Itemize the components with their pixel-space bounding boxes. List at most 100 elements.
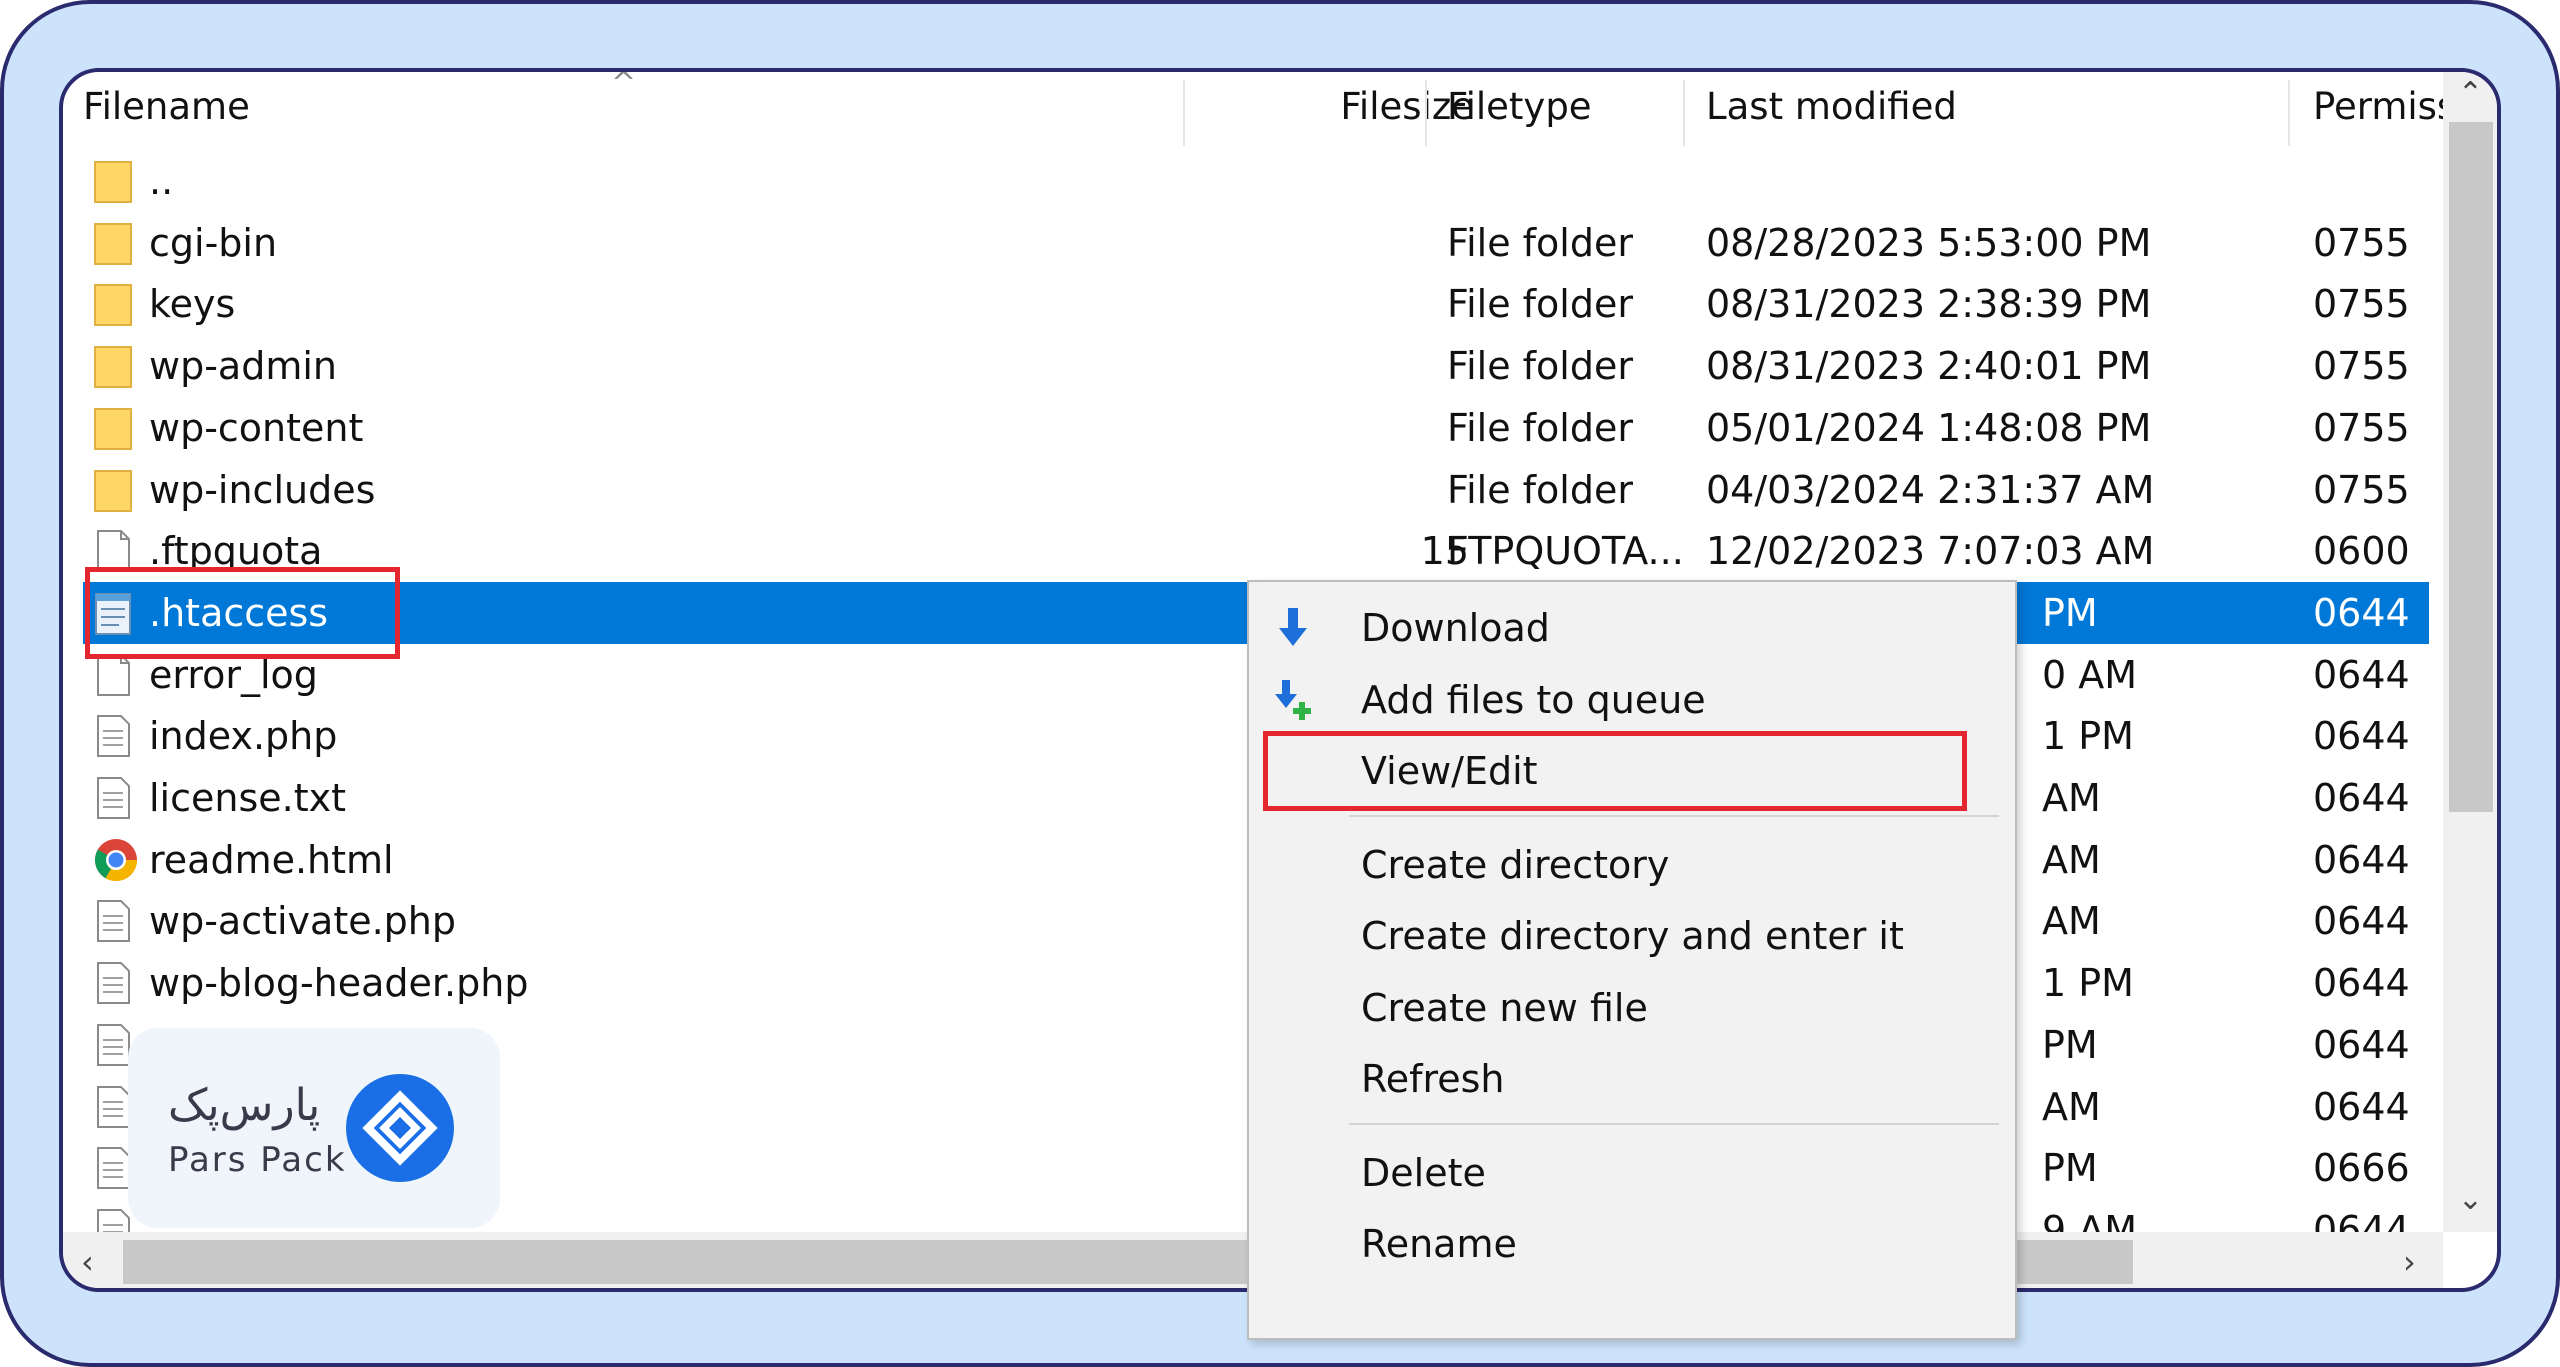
text-file-icon <box>93 1022 133 1068</box>
menu-item-create-new-file[interactable]: Create new file <box>1249 972 2015 1044</box>
folder-icon <box>93 343 133 389</box>
filename-cell: wp-admin <box>149 344 337 389</box>
parspack-logo: پارس‌پک Pars Pack <box>128 1028 500 1228</box>
table-row[interactable]: .. <box>83 150 2429 212</box>
filetype-cell: File folder <box>1447 282 1633 327</box>
permissions-cell: 0666 <box>2313 1146 2410 1191</box>
scroll-left-icon[interactable]: ‹ <box>81 1232 94 1288</box>
filesize-cell <box>1183 273 1469 335</box>
table-row[interactable]: wp-content File folder 05/01/2024 1:48:08 … <box>83 397 2429 459</box>
vertical-scrollbar[interactable]: ⌃ ⌄ <box>2443 72 2497 1232</box>
filesize-cell <box>1183 397 1469 459</box>
last-modified-cell: 08/31/2023 2:40:01 PM <box>1706 344 2152 389</box>
menu-item-create-directory[interactable]: Create directory <box>1249 829 2015 901</box>
permissions-cell: 0755 <box>2313 467 2410 512</box>
column-filesize[interactable]: Filesize <box>1188 72 1474 142</box>
scroll-down-icon[interactable]: ⌄ <box>2443 1182 2497 1217</box>
column-filename[interactable]: Filename <box>83 72 743 142</box>
filetype-cell: File folder <box>1447 220 1633 265</box>
logo-persian-text: پارس‌پک <box>168 1080 321 1131</box>
filesize-cell <box>1183 459 1469 521</box>
column-permissions[interactable]: Permiss <box>2313 72 2443 142</box>
menu-separator <box>1349 1122 1999 1125</box>
column-divider[interactable] <box>2288 80 2290 146</box>
logo-latin-text: Pars Pack <box>168 1140 347 1180</box>
text-file-icon <box>93 775 133 821</box>
table-row[interactable]: .ftpquota 15 FTPQUOTA... 12/02/2023 7:07:03… <box>83 520 2429 582</box>
folder-icon <box>93 405 133 451</box>
filename-cell: cgi-bin <box>149 220 278 265</box>
last-modified-cell: 04/03/2024 2:31:37 AM <box>1706 467 2155 512</box>
menu-item-add-files-to-queue[interactable]: Add files to queue <box>1249 664 2015 736</box>
permissions-cell: 0644 <box>2313 776 2410 820</box>
menu-item-delete[interactable]: Delete <box>1249 1137 2015 1209</box>
last-modified-cell: 08/31/2023 2:38:39 PM <box>1706 282 2152 327</box>
permissions-cell: 0644 <box>2313 1084 2410 1129</box>
permissions-cell: 0644 <box>2313 961 2410 1006</box>
filetype-cell: File folder <box>1447 467 1633 512</box>
column-divider[interactable] <box>1183 80 1185 146</box>
table-row[interactable]: keys File folder 08/31/2023 2:38:39 PM 0755 <box>83 273 2429 335</box>
menu-item-label: Create new file <box>1361 985 1648 1030</box>
menu-item-download[interactable]: Download <box>1249 592 2015 664</box>
menu-item-rename[interactable]: Rename <box>1249 1208 2015 1280</box>
menu-separator <box>1349 814 1999 817</box>
logo-mark-icon <box>346 1074 454 1182</box>
filename-cell: wp-activate.php <box>149 899 457 944</box>
last-modified-cell <box>1706 150 2266 212</box>
text-file-icon <box>93 1084 133 1130</box>
filename-cell: readme.html <box>149 837 394 882</box>
menu-item-refresh[interactable]: Refresh <box>1249 1043 2015 1115</box>
permissions-cell: 0644 <box>2313 714 2410 759</box>
menu-item-create-directory-and-enter-it[interactable]: Create directory and enter it <box>1249 900 2015 972</box>
permissions-cell: 0755 <box>2313 220 2410 265</box>
filename-cell: wp-includes <box>149 467 376 512</box>
folder-icon <box>93 281 133 327</box>
table-row[interactable]: cgi-bin File folder 08/28/2023 5:53:00 PM 0… <box>83 212 2429 274</box>
column-divider[interactable] <box>1425 80 1427 146</box>
column-header: Filename ^ Filesize Filetype Last modifi… <box>63 72 2443 146</box>
download-arrow-icon <box>1271 606 1315 650</box>
filesize-cell <box>1183 150 1469 212</box>
filetype-cell: FTPQUOTA... <box>1447 529 1684 574</box>
sort-indicator-icon: ^ <box>611 68 637 101</box>
last-modified-cell: 05/01/2024 1:48:08 PM <box>1706 405 2152 450</box>
scroll-up-icon[interactable]: ⌃ <box>2443 76 2497 111</box>
last-modified-cell: 12/02/2023 7:07:03 AM <box>1706 529 2155 574</box>
table-row[interactable]: wp-admin File folder 08/31/2023 2:40:01 PM… <box>83 335 2429 397</box>
column-last-modified[interactable]: Last modified <box>1706 72 2336 142</box>
permissions-cell: 0755 <box>2313 344 2410 389</box>
permissions-cell: 0644 <box>2313 837 2410 882</box>
folder-icon <box>93 158 133 204</box>
filename-cell: wp-content <box>149 405 364 450</box>
column-divider[interactable] <box>1683 80 1685 146</box>
permissions-cell: 0755 <box>2313 282 2410 327</box>
filesize-cell <box>1183 335 1469 397</box>
folder-icon <box>93 220 133 266</box>
highlight-htaccess-box <box>85 567 400 659</box>
table-row[interactable]: wp-includes File folder 04/03/2024 2:31:37… <box>83 459 2429 521</box>
menu-item-label: Rename <box>1361 1222 1517 1266</box>
menu-item-label: Add files to queue <box>1361 677 1706 722</box>
column-filetype[interactable]: Filetype <box>1447 72 1687 142</box>
filename-cell: keys <box>149 282 236 327</box>
text-file-icon <box>93 960 133 1006</box>
text-file-icon <box>93 713 133 759</box>
filename-cell: wp-blog-header.php <box>149 961 529 1006</box>
permissions-cell: 0644 <box>2313 652 2410 697</box>
permissions-cell: 0644 <box>2313 1022 2410 1067</box>
highlight-view-edit-box <box>1263 731 1967 811</box>
add-to-queue-icon <box>1271 678 1315 722</box>
filesize-cell <box>1183 212 1469 274</box>
menu-item-label: Create directory and enter it <box>1361 914 1904 958</box>
scroll-right-icon[interactable]: › <box>2403 1232 2416 1288</box>
menu-item-label: Create directory <box>1361 842 1670 887</box>
vertical-scroll-thumb[interactable] <box>2449 122 2493 812</box>
filesize-cell: 15 <box>1420 529 1469 574</box>
menu-item-label: Delete <box>1361 1150 1486 1195</box>
text-file-icon <box>93 1145 133 1191</box>
folder-icon <box>93 467 133 513</box>
permissions-cell: 0600 <box>2313 529 2410 574</box>
filetype-cell: File folder <box>1447 344 1633 389</box>
filename-cell: .. <box>149 159 174 203</box>
